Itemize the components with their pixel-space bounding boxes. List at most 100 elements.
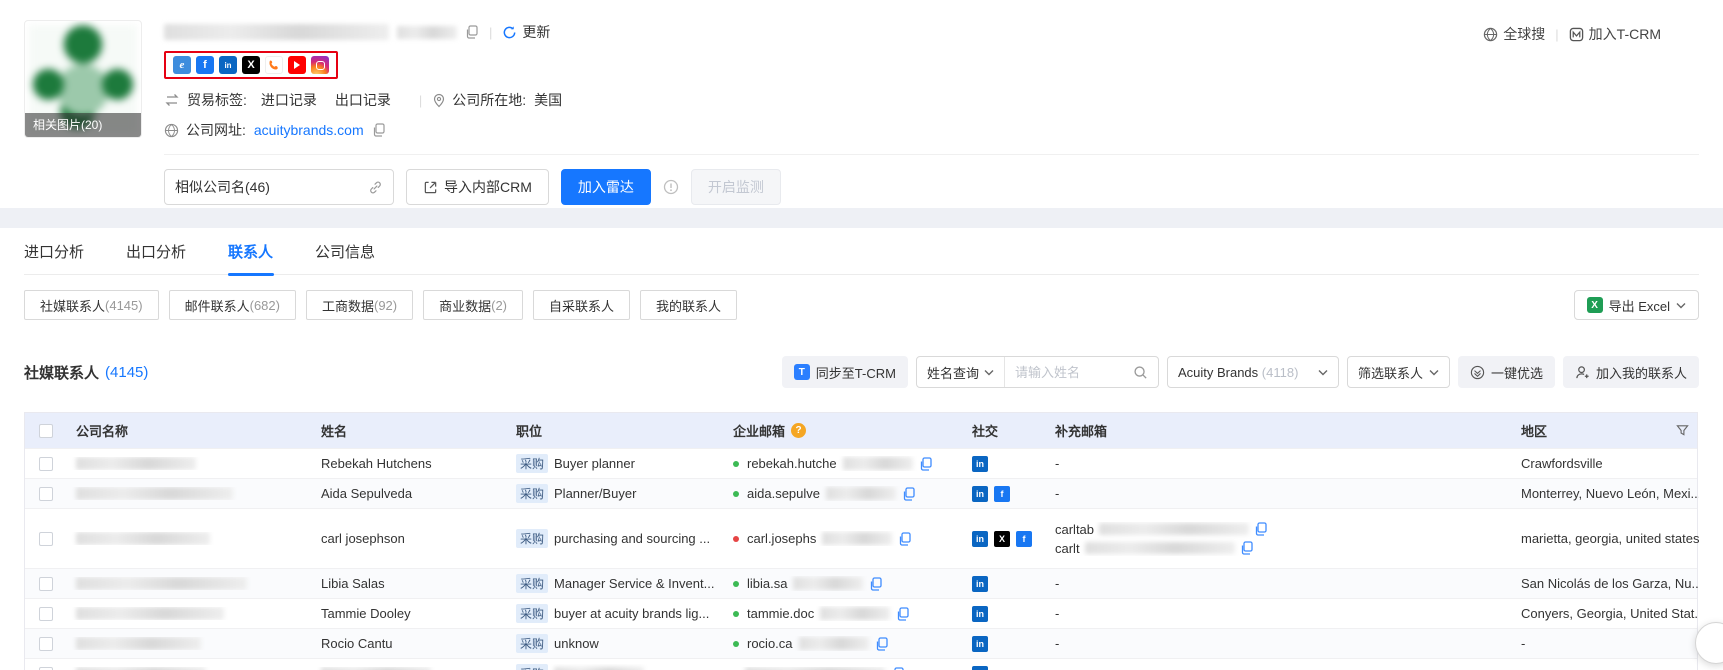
- divider: |: [489, 25, 492, 40]
- name-search-input[interactable]: [1005, 365, 1133, 380]
- position-cell: 采购unknow: [506, 634, 723, 653]
- email-prefix: rocio.ca: [747, 636, 793, 651]
- subtab-自采联系人[interactable]: 自采联系人: [533, 290, 630, 320]
- company-filter-select[interactable]: Acuity Brands (4118): [1167, 356, 1339, 388]
- facebook-icon[interactable]: f: [1016, 531, 1032, 547]
- position-cell: 采购Manager Service & Invent...: [506, 574, 723, 593]
- sync-tcrm-button[interactable]: T 同步至T-CRM: [782, 356, 908, 388]
- help-icon[interactable]: ?: [791, 423, 806, 438]
- subtab-商业数据[interactable]: 商业数据(2): [423, 290, 523, 320]
- subtab-邮件联系人[interactable]: 邮件联系人(682): [169, 290, 296, 320]
- select-all-checkbox[interactable]: [39, 424, 53, 438]
- subtab-我的联系人[interactable]: 我的联系人: [640, 290, 737, 320]
- export-excel-button[interactable]: X导出 Excel: [1574, 290, 1699, 320]
- row-checkbox-cell: [25, 637, 66, 651]
- column-header-社交: 社交: [962, 421, 1045, 440]
- copy-icon[interactable]: [902, 487, 916, 501]
- row-checkbox[interactable]: [39, 487, 53, 501]
- copy-icon[interactable]: [898, 532, 912, 546]
- import-internal-crm-button[interactable]: 导入内部CRM: [406, 169, 549, 205]
- position-cell: 采购purchasing and sourcing ...: [506, 529, 723, 548]
- position-text: unknow: [554, 636, 599, 651]
- person-name: Rebekah Hutchens: [321, 456, 432, 471]
- linkedin-icon[interactable]: in: [219, 56, 237, 74]
- subtab-工商数据[interactable]: 工商数据(92): [306, 290, 413, 320]
- copy-icon[interactable]: [875, 637, 889, 651]
- table-row: Rocio Cantu采购unknowrocio.cain--: [25, 629, 1697, 659]
- social-cell: in: [962, 456, 1045, 472]
- company-filter-value: Acuity Brands: [1178, 365, 1258, 380]
- redacted-text: [76, 457, 196, 470]
- linkedin-icon[interactable]: in: [972, 576, 988, 592]
- row-checkbox[interactable]: [39, 457, 53, 471]
- filter-contacts-dropdown[interactable]: 筛选联系人: [1347, 356, 1450, 388]
- name-query-dropdown[interactable]: 姓名查询: [917, 357, 1005, 387]
- linkedin-icon[interactable]: in: [972, 666, 988, 670]
- row-checkbox[interactable]: [39, 607, 53, 621]
- facebook-icon[interactable]: f: [994, 486, 1010, 502]
- linkedin-icon[interactable]: in: [972, 606, 988, 622]
- extra-email-cell: -: [1045, 636, 1511, 651]
- linkedin-icon[interactable]: in: [972, 531, 988, 547]
- join-tcrm-button[interactable]: 加入T-CRM: [1569, 24, 1661, 44]
- redacted-company-name: [164, 24, 389, 40]
- row-checkbox[interactable]: [39, 637, 53, 651]
- phone-icon[interactable]: [265, 56, 283, 74]
- copy-icon[interactable]: [896, 607, 910, 621]
- x-twitter-icon[interactable]: X: [994, 531, 1010, 547]
- tab-联系人[interactable]: 联系人: [228, 241, 273, 274]
- search-icon[interactable]: [1133, 365, 1158, 380]
- purchase-badge: 采购: [516, 604, 548, 623]
- trade-tag-import[interactable]: 进口记录: [261, 90, 317, 110]
- column-header-label: 姓名: [321, 421, 347, 440]
- related-images-label[interactable]: 相关图片(20): [25, 113, 141, 137]
- info-icon[interactable]: [663, 179, 679, 195]
- start-monitor-button[interactable]: 开启监测: [691, 169, 781, 205]
- add-my-contacts-button[interactable]: 加入我的联系人: [1563, 356, 1699, 388]
- website-link[interactable]: acuitybrands.com: [254, 122, 364, 138]
- company-logo[interactable]: 相关图片(20): [24, 20, 142, 138]
- linkedin-icon[interactable]: in: [972, 486, 988, 502]
- tab-进口分析[interactable]: 进口分析: [24, 241, 84, 274]
- region-cell: marietta, georgia, united states: [1511, 531, 1699, 546]
- linkedin-icon[interactable]: in: [972, 456, 988, 472]
- filter-contacts-label: 筛选联系人: [1358, 363, 1423, 382]
- row-checkbox[interactable]: [39, 577, 53, 591]
- x-twitter-icon[interactable]: X: [242, 56, 260, 74]
- youtube-icon[interactable]: [288, 56, 306, 74]
- tab-公司信息[interactable]: 公司信息: [315, 241, 375, 274]
- copy-icon[interactable]: [1254, 522, 1268, 536]
- facebook-icon[interactable]: f: [196, 56, 214, 74]
- ie-browser-icon[interactable]: e: [173, 56, 191, 74]
- row-checkbox[interactable]: [39, 667, 53, 670]
- subtab-社媒联系人[interactable]: 社媒联系人(4145): [24, 290, 159, 320]
- similar-company-select[interactable]: 相似公司名(46): [164, 169, 394, 205]
- import-icon: [423, 180, 438, 195]
- email-cell: tammie.doc: [723, 606, 962, 621]
- extra-email-empty: -: [1055, 486, 1059, 501]
- global-search-button[interactable]: 全球搜: [1483, 24, 1545, 44]
- filter-funnel-icon[interactable]: [1676, 424, 1689, 437]
- extra-email-cell: -: [1045, 576, 1511, 591]
- linkedin-icon[interactable]: in: [972, 636, 988, 652]
- globe-icon: [164, 123, 179, 138]
- add-radar-button[interactable]: 加入雷达: [561, 169, 651, 205]
- copy-icon[interactable]: [891, 667, 905, 670]
- copy-icon[interactable]: [869, 577, 883, 591]
- header-social-icons: efin X: [164, 51, 338, 79]
- trade-tag-export[interactable]: 出口记录: [335, 90, 391, 110]
- copy-icon[interactable]: [1240, 541, 1254, 555]
- tab-出口分析[interactable]: 出口分析: [126, 241, 186, 274]
- location-pin-icon: [432, 93, 446, 108]
- copy-icon[interactable]: [372, 123, 386, 137]
- copy-icon[interactable]: [465, 25, 479, 39]
- purchase-badge: 采购: [516, 484, 548, 503]
- column-header-label: 地区: [1521, 421, 1547, 440]
- column-header-职位: 职位: [506, 421, 723, 440]
- one-click-select-button[interactable]: 一键优选: [1458, 356, 1555, 388]
- name-cell: Aida Sepulveda: [311, 486, 506, 501]
- instagram-icon[interactable]: [311, 56, 329, 74]
- refresh-label[interactable]: 更新: [522, 22, 550, 42]
- copy-icon[interactable]: [919, 457, 933, 471]
- row-checkbox[interactable]: [39, 532, 53, 546]
